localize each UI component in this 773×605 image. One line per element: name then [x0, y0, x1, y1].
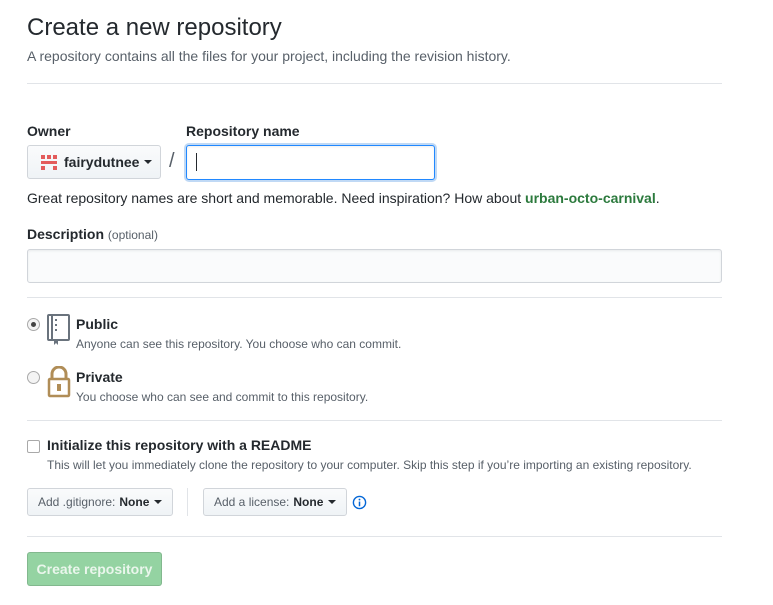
divider: [27, 420, 722, 421]
private-title: Private: [76, 369, 123, 385]
lock-icon: [47, 366, 71, 398]
owner-name: fairydutnee: [64, 154, 140, 170]
owner-select[interactable]: fairydutnee: [27, 145, 161, 179]
divider: [27, 297, 722, 298]
gitignore-value: None: [119, 495, 150, 509]
owner-label: Owner: [27, 123, 71, 139]
public-title: Public: [76, 316, 119, 332]
hint-end: .: [655, 190, 660, 206]
repo-name-hint: Great repository names are short and mem…: [27, 188, 660, 208]
vertical-separator: [187, 488, 188, 516]
gitignore-label: Add .gitignore:: [38, 495, 116, 509]
info-icon[interactable]: [352, 495, 367, 510]
divider: [27, 536, 722, 537]
optional-tag: (optional): [107, 228, 158, 242]
page-title: Create a new repository: [27, 14, 282, 41]
repo-book-icon: [47, 314, 70, 345]
caret-down-icon: [154, 500, 163, 504]
create-repository-button[interactable]: Create repository: [27, 552, 162, 586]
readme-title: Initialize this repository with a README: [47, 437, 312, 453]
description-label-text: Description: [27, 226, 105, 242]
readme-checkbox[interactable]: [27, 440, 40, 453]
page-subtitle: A repository contains all the files for …: [27, 48, 511, 64]
caret-down-icon: [144, 160, 153, 164]
public-note: Anyone can see this repository. You choo…: [76, 337, 402, 351]
license-value: None: [293, 495, 324, 509]
caret-down-icon: [328, 500, 337, 504]
owner-avatar-identicon: [40, 153, 58, 171]
text-cursor: [196, 153, 197, 171]
divider: [27, 83, 722, 84]
private-radio[interactable]: [27, 371, 40, 384]
repo-name-label: Repository name: [186, 123, 300, 139]
gitignore-select[interactable]: Add .gitignore: None: [27, 488, 174, 516]
description-input[interactable]: [27, 249, 722, 283]
private-note: You choose who can see and commit to thi…: [76, 390, 369, 404]
name-suggestion-link[interactable]: urban-octo-carnival: [525, 190, 656, 206]
owner-repo-separator: /: [169, 150, 175, 172]
license-label: Add a license:: [214, 495, 290, 509]
public-radio[interactable]: [27, 318, 40, 331]
description-label: Description (optional): [27, 224, 158, 245]
hint-text: Great repository names are short and mem…: [27, 190, 526, 206]
repo-name-input[interactable]: [186, 145, 435, 180]
license-select[interactable]: Add a license: None: [203, 488, 348, 516]
readme-note: This will let you immediately clone the …: [47, 458, 692, 472]
